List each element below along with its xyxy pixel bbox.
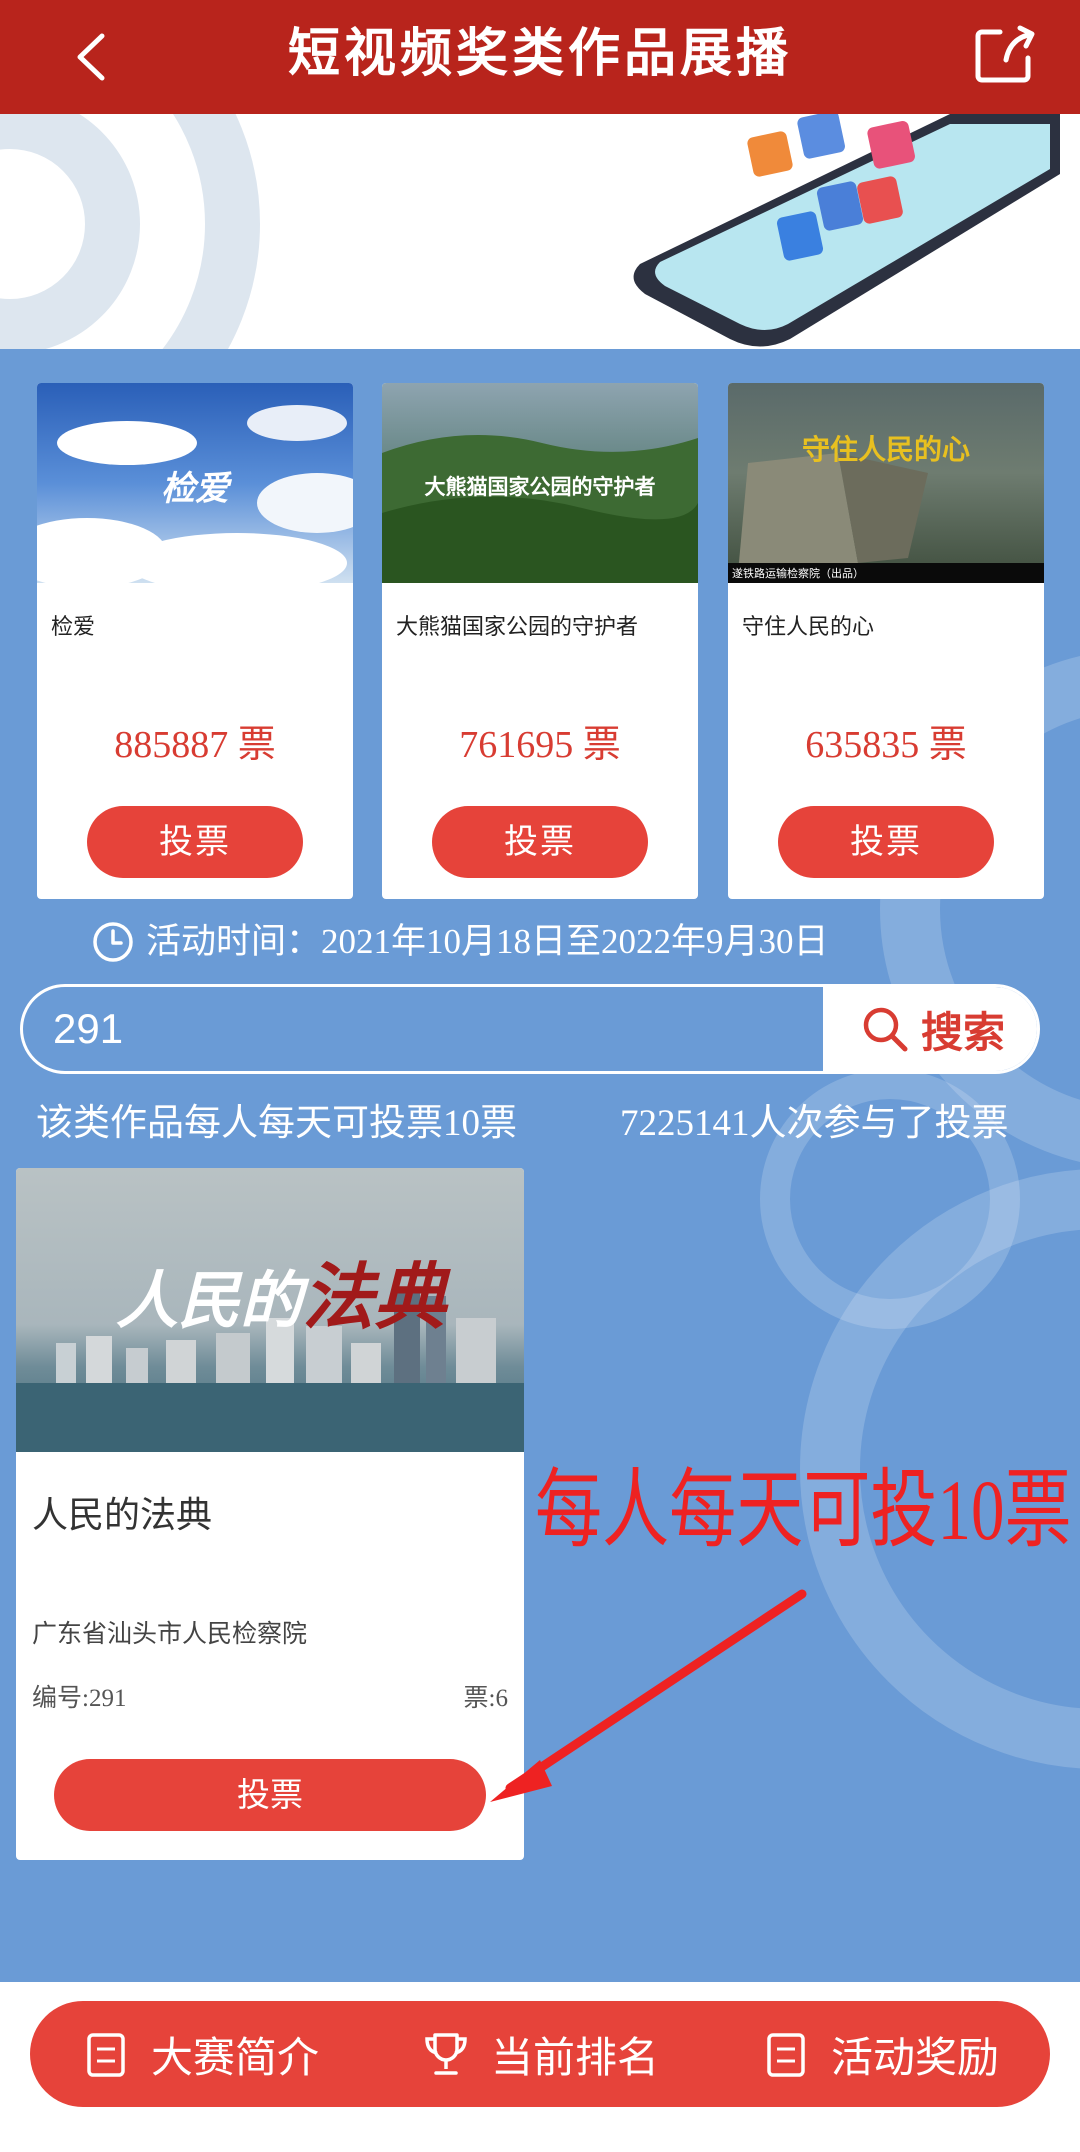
annotation-text: 每人每天可投10票 [535, 1462, 1072, 1558]
thumb-caption: 大熊猫国家公园的守护者 [424, 474, 656, 499]
vote-button[interactable]: 投票 [778, 806, 994, 878]
thumb-footer: 遂铁路运输检察院（出品） [732, 567, 864, 580]
search-button-label: 搜索 [920, 1007, 1005, 1057]
search-icon [863, 1007, 908, 1052]
work-organization: 广东省汕头市人民检察院 [32, 1619, 308, 1648]
search-button[interactable]: 搜索 [823, 987, 1037, 1071]
trophy-icon [425, 2033, 467, 2075]
app-header: 短视频奖类作品展播 [0, 0, 1080, 114]
top-work-card[interactable]: 大熊猫国家公园的守护者 大熊猫国家公园的守护者 761695 票 投票 [382, 383, 698, 899]
participation-count: 7225141人次参与了投票 [620, 1103, 1009, 1144]
vote-button[interactable]: 投票 [87, 806, 303, 878]
work-thumbnail: 大熊猫国家公园的守护者 [382, 383, 698, 583]
work-name: 守住人民的心 [742, 615, 875, 640]
rules-text: 该类作品每人每天可投票10票 [36, 1103, 517, 1144]
arrow-annotation [490, 1589, 807, 1802]
page-title: 短视频奖类作品展播 [287, 24, 792, 84]
tab-label: 当前排名 [490, 2032, 659, 2082]
tab-contest-intro[interactable]: 大赛简介 [30, 2001, 370, 2107]
work-title: 人民的法典 [32, 1495, 213, 1536]
top-work-card[interactable]: 守住人民的心 遂铁路运输检察院（出品） 守住人民的心 635835 票 投票 [728, 383, 1044, 899]
share-icon[interactable] [970, 20, 1040, 90]
activity-period: 活动时间：2021年10月18日至2022年9月30日 [92, 912, 829, 972]
thumb-caption: 检爱 [161, 469, 229, 509]
work-thumbnail: 守住人民的心 遂铁路运输检察院（出品） [728, 383, 1044, 583]
thumb-title: 人民的法典 [116, 1254, 447, 1339]
vote-button[interactable]: 投票 [432, 806, 648, 878]
work-number: 编号:291 [32, 1685, 127, 1712]
work-name: 检爱 [51, 615, 96, 640]
tab-label: 活动奖励 [830, 2032, 999, 2082]
activity-period-text: 活动时间：2021年10月18日至2022年9月30日 [146, 922, 829, 961]
result-work-card[interactable]: 人民的法典 人民的法典 广东省汕头市人民检察院 编号:291 票:6 投票 [16, 1168, 524, 1860]
thumb-caption: 守住人民的心 [801, 433, 970, 466]
tab-current-ranking[interactable]: 当前排名 [370, 2001, 710, 2107]
bottom-tab-bar: 大赛简介 当前排名 活动奖励 [30, 2001, 1050, 2107]
work-name: 大熊猫国家公园的守护者 [396, 615, 639, 640]
phone-illustration [633, 114, 1060, 347]
top-work-card[interactable]: 检爱 检爱 885887 票 投票 [37, 383, 353, 899]
document-icon [767, 2033, 805, 2077]
document-icon [87, 2033, 125, 2077]
search-input[interactable] [53, 987, 833, 1071]
tab-activity-rewards[interactable]: 活动奖励 [710, 2001, 1050, 2107]
vote-count: 761695 票 [459, 724, 621, 766]
clock-icon [93, 922, 133, 962]
work-thumbnail: 检爱 [37, 383, 353, 583]
banner [0, 114, 1080, 349]
vote-button[interactable]: 投票 [54, 1759, 486, 1831]
vote-count: 885887 票 [114, 724, 276, 766]
search-bar: 搜索 [20, 984, 1040, 1074]
vote-count: 635835 票 [805, 724, 967, 766]
work-thumbnail: 人民的法典 [16, 1168, 524, 1452]
tab-label: 大赛简介 [150, 2032, 319, 2082]
